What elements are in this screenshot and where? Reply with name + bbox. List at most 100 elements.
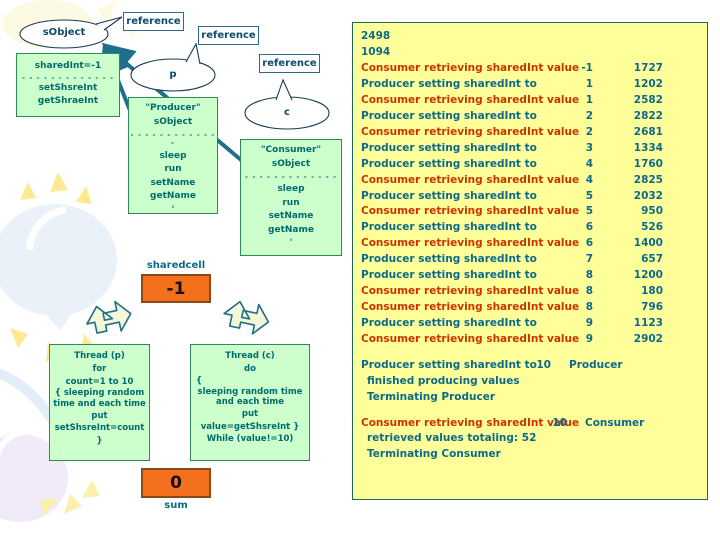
console-row-message: Consumer retrieving sharedInt value xyxy=(361,61,580,74)
thread-p-line-6: } xyxy=(96,436,103,446)
console-row-value: 4 xyxy=(585,173,593,186)
thread-p-line-5: setShsreInt=count xyxy=(54,423,145,434)
consumer-method-1: run xyxy=(282,197,300,208)
console-row-message: Producer setting sharedInt to xyxy=(361,269,537,282)
sharedint-class-box: sharedInt=-1 - - - - - - - - - - - - - s… xyxy=(16,53,120,117)
console-row-value: 5 xyxy=(585,205,593,218)
consumer-divider: - - - - - - - - - - - - - xyxy=(244,173,337,181)
consumer-title: "Consumer" xyxy=(260,145,322,155)
console-row-message: Consumer retrieving sharedInt value xyxy=(361,173,580,186)
console-row-time: 657 xyxy=(641,253,663,266)
consumer-summary-line3: Terminating Consumer xyxy=(367,448,501,461)
producer-summary-block: Producer setting sharedInt to 10 Produce… xyxy=(361,358,707,405)
console-row-value: 9 xyxy=(585,317,593,330)
console-row-value: 3 xyxy=(585,141,593,154)
producer-title: "Producer" xyxy=(145,103,201,113)
console-row-value: 7 xyxy=(585,253,593,266)
console-header-number-0: 2498 xyxy=(361,30,391,42)
consumer-subtitle: sObject xyxy=(271,158,311,169)
console-row-value: 8 xyxy=(585,285,593,298)
console-row-message: Producer setting sharedInt to xyxy=(361,253,537,266)
thread-p-line-1: count=1 to 10 xyxy=(65,376,134,387)
console-row-value: 5 xyxy=(585,189,593,202)
consumer-method-0: sleep xyxy=(277,184,305,195)
consumer-method-2: setName xyxy=(268,211,314,222)
console-row-message: Consumer retrieving sharedInt value xyxy=(361,237,580,250)
console-row-value: 6 xyxy=(585,221,593,234)
consumer-method-4: ' xyxy=(289,238,293,249)
sum-caption: sum xyxy=(164,500,188,511)
console-row-time: 1200 xyxy=(633,269,663,282)
console-row: Consumer retrieving sharedInt value 9 2902 xyxy=(361,332,707,348)
console-row-time: 1202 xyxy=(633,77,663,90)
thread-c-line-1: { xyxy=(196,375,203,386)
thread-c-line-3: and each time xyxy=(216,397,284,408)
sum-value-box: 0 xyxy=(141,468,211,498)
thread-c-line-5: value=getShsreInt } xyxy=(200,421,300,432)
console-row: Producer setting sharedInt to 2 2822 xyxy=(361,109,707,125)
consumer-summary-line2: retrieved values totaling: 52 xyxy=(367,432,537,445)
thread-p-line-3: time and each time xyxy=(53,398,146,409)
thread-c-title: Thread (c) xyxy=(225,351,275,361)
producer-method-1: run xyxy=(164,164,182,175)
console-row-time: 1123 xyxy=(633,317,663,330)
console-row-time: 2825 xyxy=(633,173,663,186)
console-row-message: Consumer retrieving sharedInt value xyxy=(361,205,580,218)
console-row-time: 1760 xyxy=(633,157,663,170)
producer-summary-line: Producer setting sharedInt to 10 Produce… xyxy=(361,359,623,372)
console-row-message: Consumer retrieving sharedInt value xyxy=(361,93,580,106)
producer-class-box: "Producer" sObject - - - - - - - - - - -… xyxy=(128,97,218,215)
console-row-time: 1727 xyxy=(633,61,663,74)
console-row-value: 2 xyxy=(585,125,593,138)
console-row-message: Producer setting sharedInt to xyxy=(361,317,537,330)
consumer-summary-block: Consumer retrieving sharedInt value 10 C… xyxy=(361,416,707,463)
console-row-message: Consumer retrieving sharedInt value xyxy=(361,125,580,138)
console-row: Producer setting sharedInt to 1 1202 xyxy=(361,77,707,93)
reference-box-2: reference xyxy=(198,26,259,45)
console-row-time: 180 xyxy=(641,285,663,298)
producer-method-3: getName xyxy=(150,191,196,202)
consumer-method-3: getName xyxy=(268,224,314,235)
consumer-class-box: "Consumer" sObject - - - - - - - - - - -… xyxy=(240,139,342,256)
console-row-value: -1 xyxy=(581,61,593,74)
producer-divider: - - - - - - - - - - - - - xyxy=(130,131,216,148)
console-row-time: 950 xyxy=(641,205,663,218)
console-row-time: 2681 xyxy=(633,125,663,138)
console-row-message: Consumer retrieving sharedInt value xyxy=(361,333,580,346)
console-row-value: 2 xyxy=(585,109,593,122)
thread-p-line-2: { sleeping random xyxy=(54,388,145,399)
console-row-value: 1 xyxy=(585,93,593,106)
console-output-panel[interactable]: 2498 1094 Consumer retrieving sharedInt … xyxy=(352,22,708,500)
console-row-message: Producer setting sharedInt to xyxy=(361,157,537,170)
console-row-message: Producer setting sharedInt to xyxy=(361,221,537,234)
sharedcell-value-box: -1 xyxy=(141,274,211,303)
console-row-time: 2822 xyxy=(633,109,663,122)
console-row: Producer setting sharedInt to 7 657 xyxy=(361,252,707,268)
console-row-time: 2582 xyxy=(633,93,663,106)
thread-c-box: Thread (c) do { sleeping random time and… xyxy=(190,344,310,461)
console-row-time: 526 xyxy=(641,221,663,234)
thread-p-box: Thread (p) for count=1 to 10 { sleeping … xyxy=(49,344,150,461)
producer-method-0: sleep xyxy=(159,150,187,161)
console-row: Consumer retrieving sharedInt value 1 2582 xyxy=(361,93,707,109)
console-row-message: Consumer retrieving sharedInt value xyxy=(361,285,580,298)
console-row-time: 2902 xyxy=(633,333,663,346)
thread-c-line-4: put xyxy=(241,408,259,419)
console-row-value: 6 xyxy=(585,237,593,250)
console-row: Consumer retrieving sharedInt value 8 180 xyxy=(361,284,707,300)
thread-c-line-6: While (value!=10) xyxy=(206,434,294,445)
console-row-list: Consumer retrieving sharedInt value -1 172… xyxy=(361,61,707,348)
producer-subtitle: sObject xyxy=(153,116,193,127)
producer-summary-line2: finished producing values xyxy=(367,375,520,388)
console-row-value: 8 xyxy=(585,301,593,314)
console-row: Producer setting sharedInt to 3 1334 xyxy=(361,141,707,157)
reference-box-3: reference xyxy=(259,54,320,73)
sharedint-divider: - - - - - - - - - - - - - xyxy=(21,73,114,82)
slide-canvas: sObject p c reference reference referenc… xyxy=(0,0,720,540)
thread-p-title: Thread (p) xyxy=(74,351,125,361)
sharedint-field: sharedInt=-1 xyxy=(34,61,102,71)
console-row-time: 796 xyxy=(641,301,663,314)
thread-c-line-0: do xyxy=(244,363,256,374)
console-spacer-1 xyxy=(361,348,707,358)
console-row: Producer setting sharedInt to 8 1200 xyxy=(361,268,707,284)
